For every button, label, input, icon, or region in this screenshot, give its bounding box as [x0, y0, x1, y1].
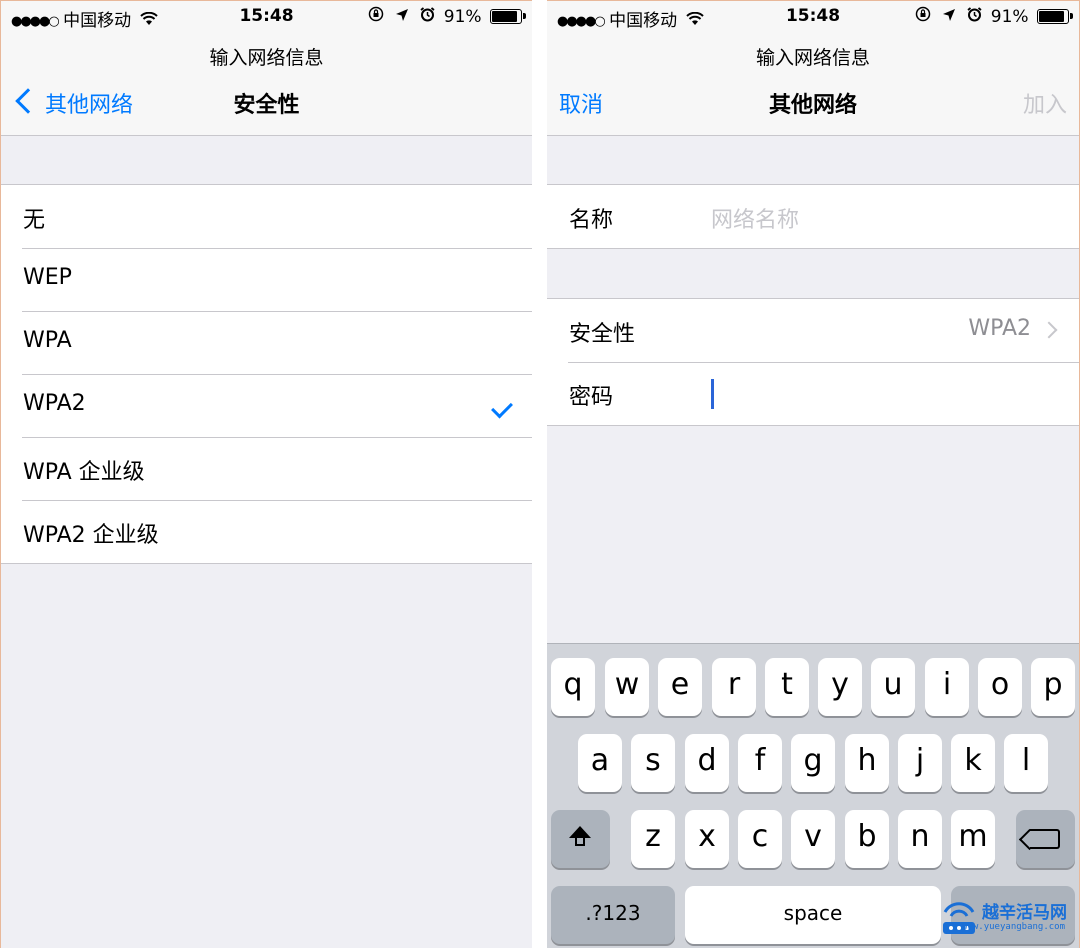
option-label: WPA 企业级	[23, 460, 145, 485]
battery-percent: 91%	[990, 7, 1029, 27]
battery-icon	[1037, 9, 1073, 24]
key-o[interactable]: o	[978, 658, 1022, 716]
location-icon	[395, 7, 409, 27]
security-option-wpa[interactable]: WPA	[1, 311, 532, 374]
password-row[interactable]: 密码	[547, 362, 1079, 425]
page-title: 其他网络	[768, 93, 857, 118]
key-p[interactable]: p	[1031, 658, 1075, 716]
option-label: WPA2	[23, 391, 86, 416]
battery-icon	[490, 9, 526, 24]
key-q[interactable]: q	[551, 658, 595, 716]
rotation-lock-icon	[915, 6, 931, 27]
key-i[interactable]: i	[925, 658, 969, 716]
numbers-key[interactable]: .?123	[551, 886, 675, 944]
name-group: 名称 网络名称	[547, 184, 1079, 249]
key-l[interactable]: l	[1004, 734, 1048, 792]
shift-icon	[569, 826, 591, 846]
security-row[interactable]: 安全性 WPA2	[547, 299, 1079, 362]
key-t[interactable]: t	[765, 658, 809, 716]
security-option-wpa-enterprise[interactable]: WPA 企业级	[1, 437, 532, 500]
watermark-text: 越辛活马网	[982, 903, 1067, 923]
status-right: 91%	[365, 6, 526, 27]
text-cursor[interactable]	[711, 379, 714, 409]
key-g[interactable]: g	[791, 734, 835, 792]
key-x[interactable]: x	[685, 810, 729, 868]
key-b[interactable]: b	[845, 810, 889, 868]
shift-key[interactable]	[551, 810, 610, 868]
prompt-text: 输入网络信息	[209, 47, 324, 69]
key-c[interactable]: c	[738, 810, 782, 868]
key-w[interactable]: w	[605, 658, 649, 716]
rotation-lock-icon	[368, 6, 384, 27]
key-r[interactable]: r	[712, 658, 756, 716]
nav-header: ●●●●○ 中国移动 15:48 91% 输入	[547, 1, 1079, 136]
security-option-wpa2-enterprise[interactable]: WPA2 企业级	[1, 500, 532, 563]
watermark-url: www.yueyangbang.com	[962, 922, 1065, 932]
key-f[interactable]: f	[738, 734, 782, 792]
nav-bar: 取消 其他网络 加入	[547, 87, 1079, 121]
key-s[interactable]: s	[631, 734, 675, 792]
key-n[interactable]: n	[898, 810, 942, 868]
security-option-wep[interactable]: WEP	[1, 248, 532, 311]
checkmark-icon	[491, 396, 513, 419]
nav-bar: 安全性 其他网络	[1, 87, 532, 121]
option-label: 无	[23, 208, 46, 233]
alarm-icon	[420, 7, 435, 27]
other-network-screen: ●●●●○ 中国移动 15:48 91% 输入网络信息 取消 其他网络 加入 名…	[547, 0, 1080, 948]
security-screen: ●●●●○ 中国移动 15:48 91% 输入网络信息 安全性 其他网络 无 W…	[0, 0, 532, 948]
key-m[interactable]: m	[951, 810, 995, 868]
delete-icon	[1030, 829, 1060, 849]
status-bar: ●●●●○ 中国移动 15:48 91%	[547, 1, 1079, 31]
security-option-wpa2[interactable]: WPA2	[1, 374, 532, 437]
security-value: WPA2	[968, 316, 1031, 341]
chevron-right-icon	[1040, 321, 1058, 339]
battery-percent: 91%	[443, 7, 482, 27]
nav-header: ●●●●○ 中国移动 15:48 91% 输入	[1, 1, 532, 136]
password-label: 密码	[569, 385, 614, 410]
security-label: 安全性	[569, 322, 636, 347]
key-d[interactable]: d	[685, 734, 729, 792]
key-k[interactable]: k	[951, 734, 995, 792]
delete-key[interactable]	[1016, 810, 1075, 868]
back-button[interactable]: 其他网络	[13, 87, 133, 119]
location-icon	[942, 7, 956, 27]
option-label: WEP	[23, 265, 72, 290]
option-label: WPA2 企业级	[23, 523, 159, 548]
status-bar: ●●●●○ 中国移动 15:48 91%	[1, 1, 532, 31]
back-label: 其他网络	[45, 93, 134, 118]
name-label: 名称	[569, 208, 614, 233]
join-button[interactable]: 加入	[1023, 87, 1067, 119]
key-z[interactable]: z	[631, 810, 675, 868]
security-options-list: 无 WEP WPA WPA2 WPA 企业级 WPA2 企业级	[1, 184, 532, 564]
space-key[interactable]: space	[685, 886, 941, 944]
option-label: WPA	[23, 328, 72, 353]
key-j[interactable]: j	[898, 734, 942, 792]
chevron-left-icon	[15, 88, 41, 114]
status-right: 91%	[912, 6, 1073, 27]
key-a[interactable]: a	[578, 734, 622, 792]
key-y[interactable]: y	[818, 658, 862, 716]
network-name-row[interactable]: 名称 网络名称	[547, 185, 1079, 248]
key-e[interactable]: e	[658, 658, 702, 716]
prompt-text: 输入网络信息	[755, 47, 870, 69]
network-name-input[interactable]: 网络名称	[711, 202, 799, 234]
security-password-group: 安全性 WPA2 密码	[547, 298, 1079, 426]
key-h[interactable]: h	[845, 734, 889, 792]
key-u[interactable]: u	[871, 658, 915, 716]
key-v[interactable]: v	[791, 810, 835, 868]
watermark: 越辛活马网 www.yueyangbang.com	[933, 892, 1073, 944]
security-option-none[interactable]: 无	[1, 185, 532, 248]
alarm-icon	[967, 7, 982, 27]
